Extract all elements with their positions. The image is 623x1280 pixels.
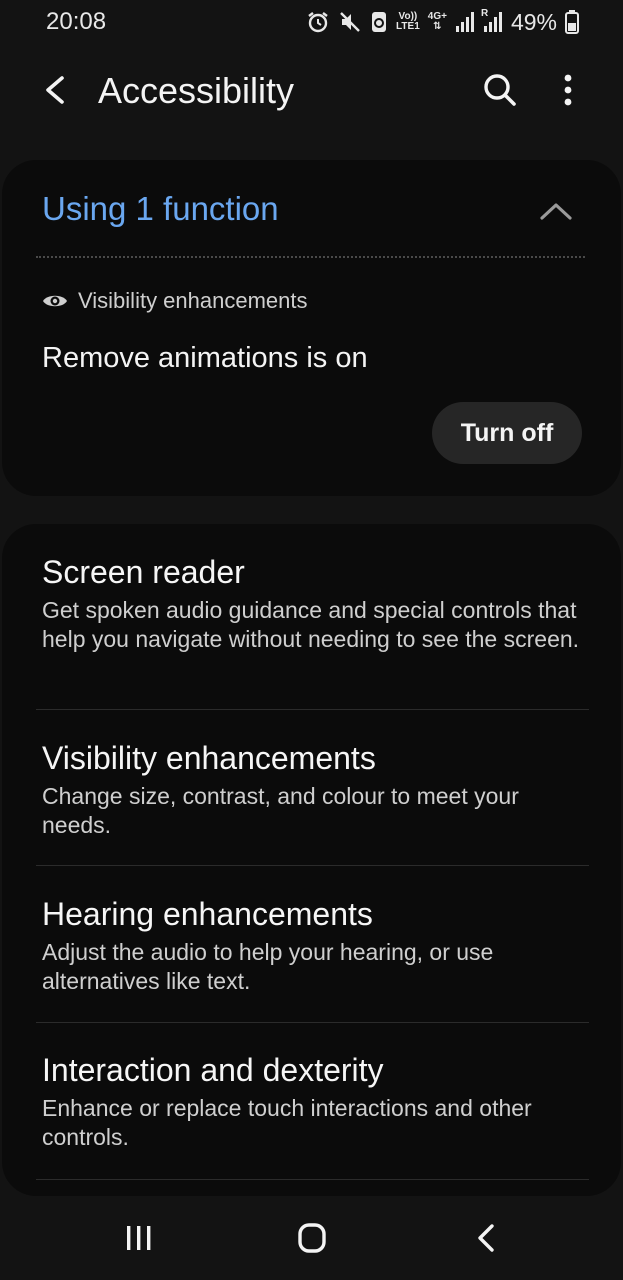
eye-icon bbox=[43, 295, 67, 307]
data-saver-icon bbox=[370, 10, 388, 34]
menu-item-screen-reader[interactable]: Screen reader Get spoken audio guidance … bbox=[42, 552, 582, 654]
alarm-icon bbox=[306, 10, 330, 34]
status-bar: 20:08 Vo)) LTE1 4G+ ⇅ R 49% bbox=[0, 0, 623, 44]
menu-item-title: Interaction and dexterity bbox=[42, 1052, 384, 1088]
menu-item-description: Adjust the audio to help your hearing, o… bbox=[42, 939, 494, 994]
volte-icon: Vo)) LTE1 bbox=[396, 12, 420, 32]
category-label: Visibility enhancements bbox=[78, 288, 308, 313]
more-options-button[interactable] bbox=[546, 68, 590, 112]
volte-label-bottom: LTE1 bbox=[396, 21, 420, 32]
data-arrows-icon: ⇅ bbox=[433, 21, 442, 32]
menu-item-description: Get spoken audio guidance and special co… bbox=[42, 597, 580, 652]
recents-button[interactable] bbox=[109, 1218, 169, 1260]
active-functions-card: Using 1 function Visibility enhancements… bbox=[2, 160, 621, 496]
4g-icon: 4G+ ⇅ bbox=[428, 12, 447, 32]
status-time: 20:08 bbox=[46, 8, 107, 35]
more-vertical-icon bbox=[564, 74, 572, 106]
back-nav-button[interactable] bbox=[456, 1218, 516, 1260]
app-bar: Accessibility bbox=[0, 56, 623, 128]
signal-icon bbox=[455, 11, 475, 33]
roaming-signal-icon: R bbox=[480, 8, 503, 33]
mute-icon bbox=[338, 10, 362, 34]
menu-item-interaction-and-dexterity[interactable]: Interaction and dexterity Enhance or rep… bbox=[42, 1050, 582, 1152]
roaming-label: R bbox=[480, 8, 489, 19]
back-icon bbox=[478, 1224, 494, 1252]
battery-percent: 49% bbox=[510, 8, 557, 35]
divider bbox=[36, 1179, 589, 1180]
menu-item-description: Change size, contrast, and colour to mee… bbox=[42, 783, 519, 838]
battery-icon bbox=[565, 10, 579, 34]
page-title: Accessibility bbox=[98, 70, 295, 111]
collapse-button[interactable] bbox=[532, 190, 580, 230]
back-button[interactable] bbox=[34, 68, 78, 112]
divider bbox=[36, 709, 589, 710]
active-functions-header[interactable]: Using 1 function bbox=[42, 190, 279, 228]
accessibility-menu-card: Screen reader Get spoken audio guidance … bbox=[2, 524, 621, 1196]
menu-item-title: Screen reader bbox=[42, 554, 245, 590]
menu-item-hearing-enhancements[interactable]: Hearing enhancements Adjust the audio to… bbox=[42, 894, 582, 996]
home-icon bbox=[298, 1223, 326, 1253]
function-status-text: Remove animations is on bbox=[42, 342, 368, 374]
status-icons: Vo)) LTE1 4G+ ⇅ R 49% bbox=[306, 8, 579, 36]
search-button[interactable] bbox=[478, 68, 522, 112]
turn-off-button[interactable]: Turn off bbox=[432, 402, 582, 464]
divider bbox=[36, 865, 589, 866]
back-arrow-icon bbox=[46, 76, 64, 104]
chevron-up-icon bbox=[540, 203, 572, 220]
home-button[interactable] bbox=[282, 1218, 342, 1260]
menu-item-description: Enhance or replace touch interactions an… bbox=[42, 1095, 532, 1150]
menu-item-title: Visibility enhancements bbox=[42, 740, 376, 776]
navigation-bar bbox=[0, 1200, 623, 1280]
menu-item-title: Hearing enhancements bbox=[42, 896, 373, 932]
dotted-divider bbox=[36, 256, 585, 258]
search-icon bbox=[484, 74, 516, 106]
category-row: Visibility enhancements bbox=[42, 288, 308, 314]
menu-item-visibility-enhancements[interactable]: Visibility enhancements Change size, con… bbox=[42, 738, 582, 840]
recents-icon bbox=[127, 1226, 151, 1250]
divider bbox=[36, 1022, 589, 1023]
